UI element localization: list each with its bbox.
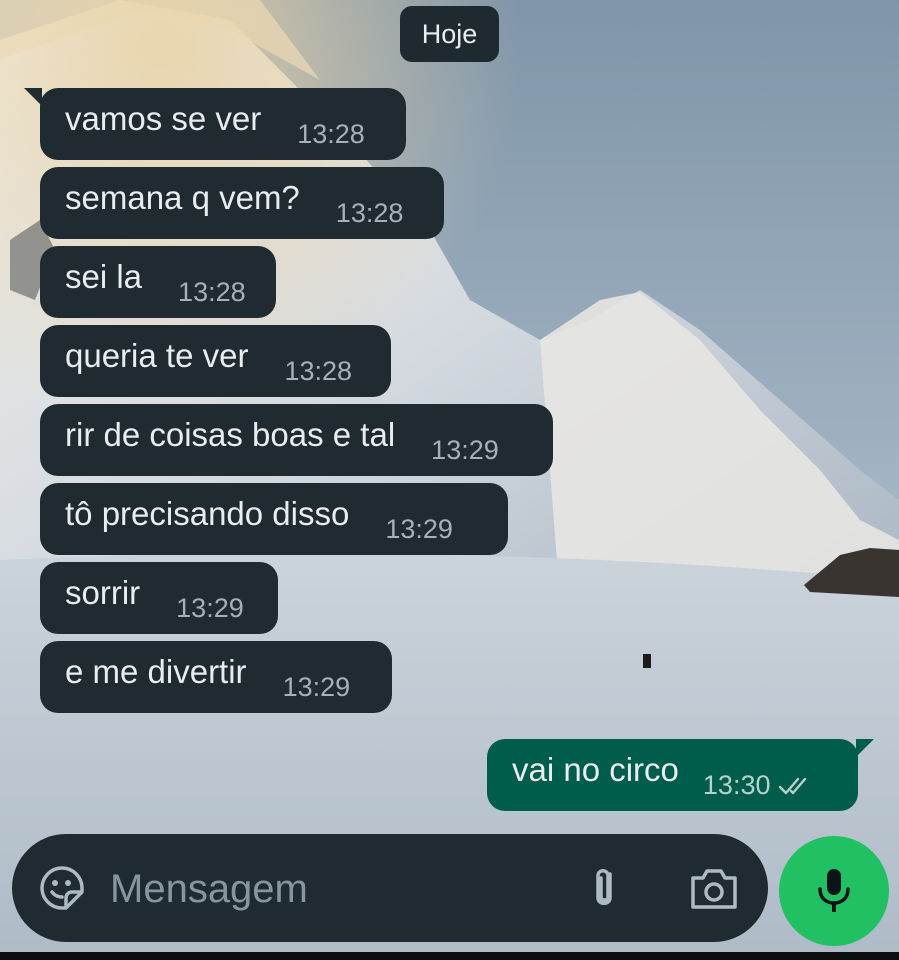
message-bubble[interactable]: e me divertir 13:29 [40, 641, 392, 713]
message-time: 13:28 [284, 355, 353, 386]
bubble-tail [856, 739, 874, 757]
message-time: 13:29 [176, 592, 244, 623]
microphone-button[interactable] [779, 836, 889, 946]
message-text: sorrir [65, 574, 141, 611]
paperclip-icon[interactable] [584, 864, 624, 914]
message-bubble[interactable]: sei la 13:28 [40, 246, 276, 318]
message-time: 13:30 [703, 770, 813, 801]
message-time: 13:29 [385, 513, 453, 544]
bubble-tail [24, 88, 42, 106]
bottom-edge [0, 952, 899, 960]
message-text: tô precisando disso [65, 495, 350, 532]
message-text: e me divertir [65, 653, 247, 690]
message-time: 13:28 [178, 276, 246, 307]
message-input[interactable] [108, 860, 552, 918]
message-bubble[interactable]: vamos se ver 13:28 [24, 88, 406, 160]
camera-icon[interactable] [688, 866, 740, 912]
message-time: 13:28 [297, 118, 365, 149]
message-text: queria te ver [65, 337, 249, 374]
message-composer [12, 834, 768, 942]
chat-screen: Hoje vamos se ver 13:28 semana q vem? 13… [0, 0, 899, 960]
message-text: semana q vem? [65, 179, 300, 216]
date-chip: Hoje [400, 6, 499, 62]
message-bubble[interactable]: rir de coisas boas e tal 13:29 [40, 404, 553, 476]
read-receipt-icon [779, 778, 807, 795]
message-text: sei la [65, 258, 143, 295]
sticker-icon[interactable] [38, 864, 86, 912]
message-time: 13:28 [335, 197, 404, 228]
message-time: 13:29 [282, 671, 351, 702]
message-bubble[interactable]: tô precisando disso 13:29 [40, 483, 508, 555]
message-text: rir de coisas boas e tal [65, 416, 396, 453]
message-text: vai no circo [512, 751, 679, 788]
message-bubble[interactable]: queria te ver 13:28 [40, 325, 391, 397]
message-text: vamos se ver [65, 100, 262, 137]
message-time: 13:29 [431, 434, 499, 465]
message-time-value: 13:30 [702, 769, 771, 800]
message-bubble[interactable]: semana q vem? 13:28 [40, 167, 444, 239]
message-bubble-outgoing[interactable]: vai no circo 13:30 [487, 739, 874, 811]
microphone-icon [818, 869, 850, 912]
message-bubble[interactable]: sorrir 13:29 [40, 562, 278, 634]
